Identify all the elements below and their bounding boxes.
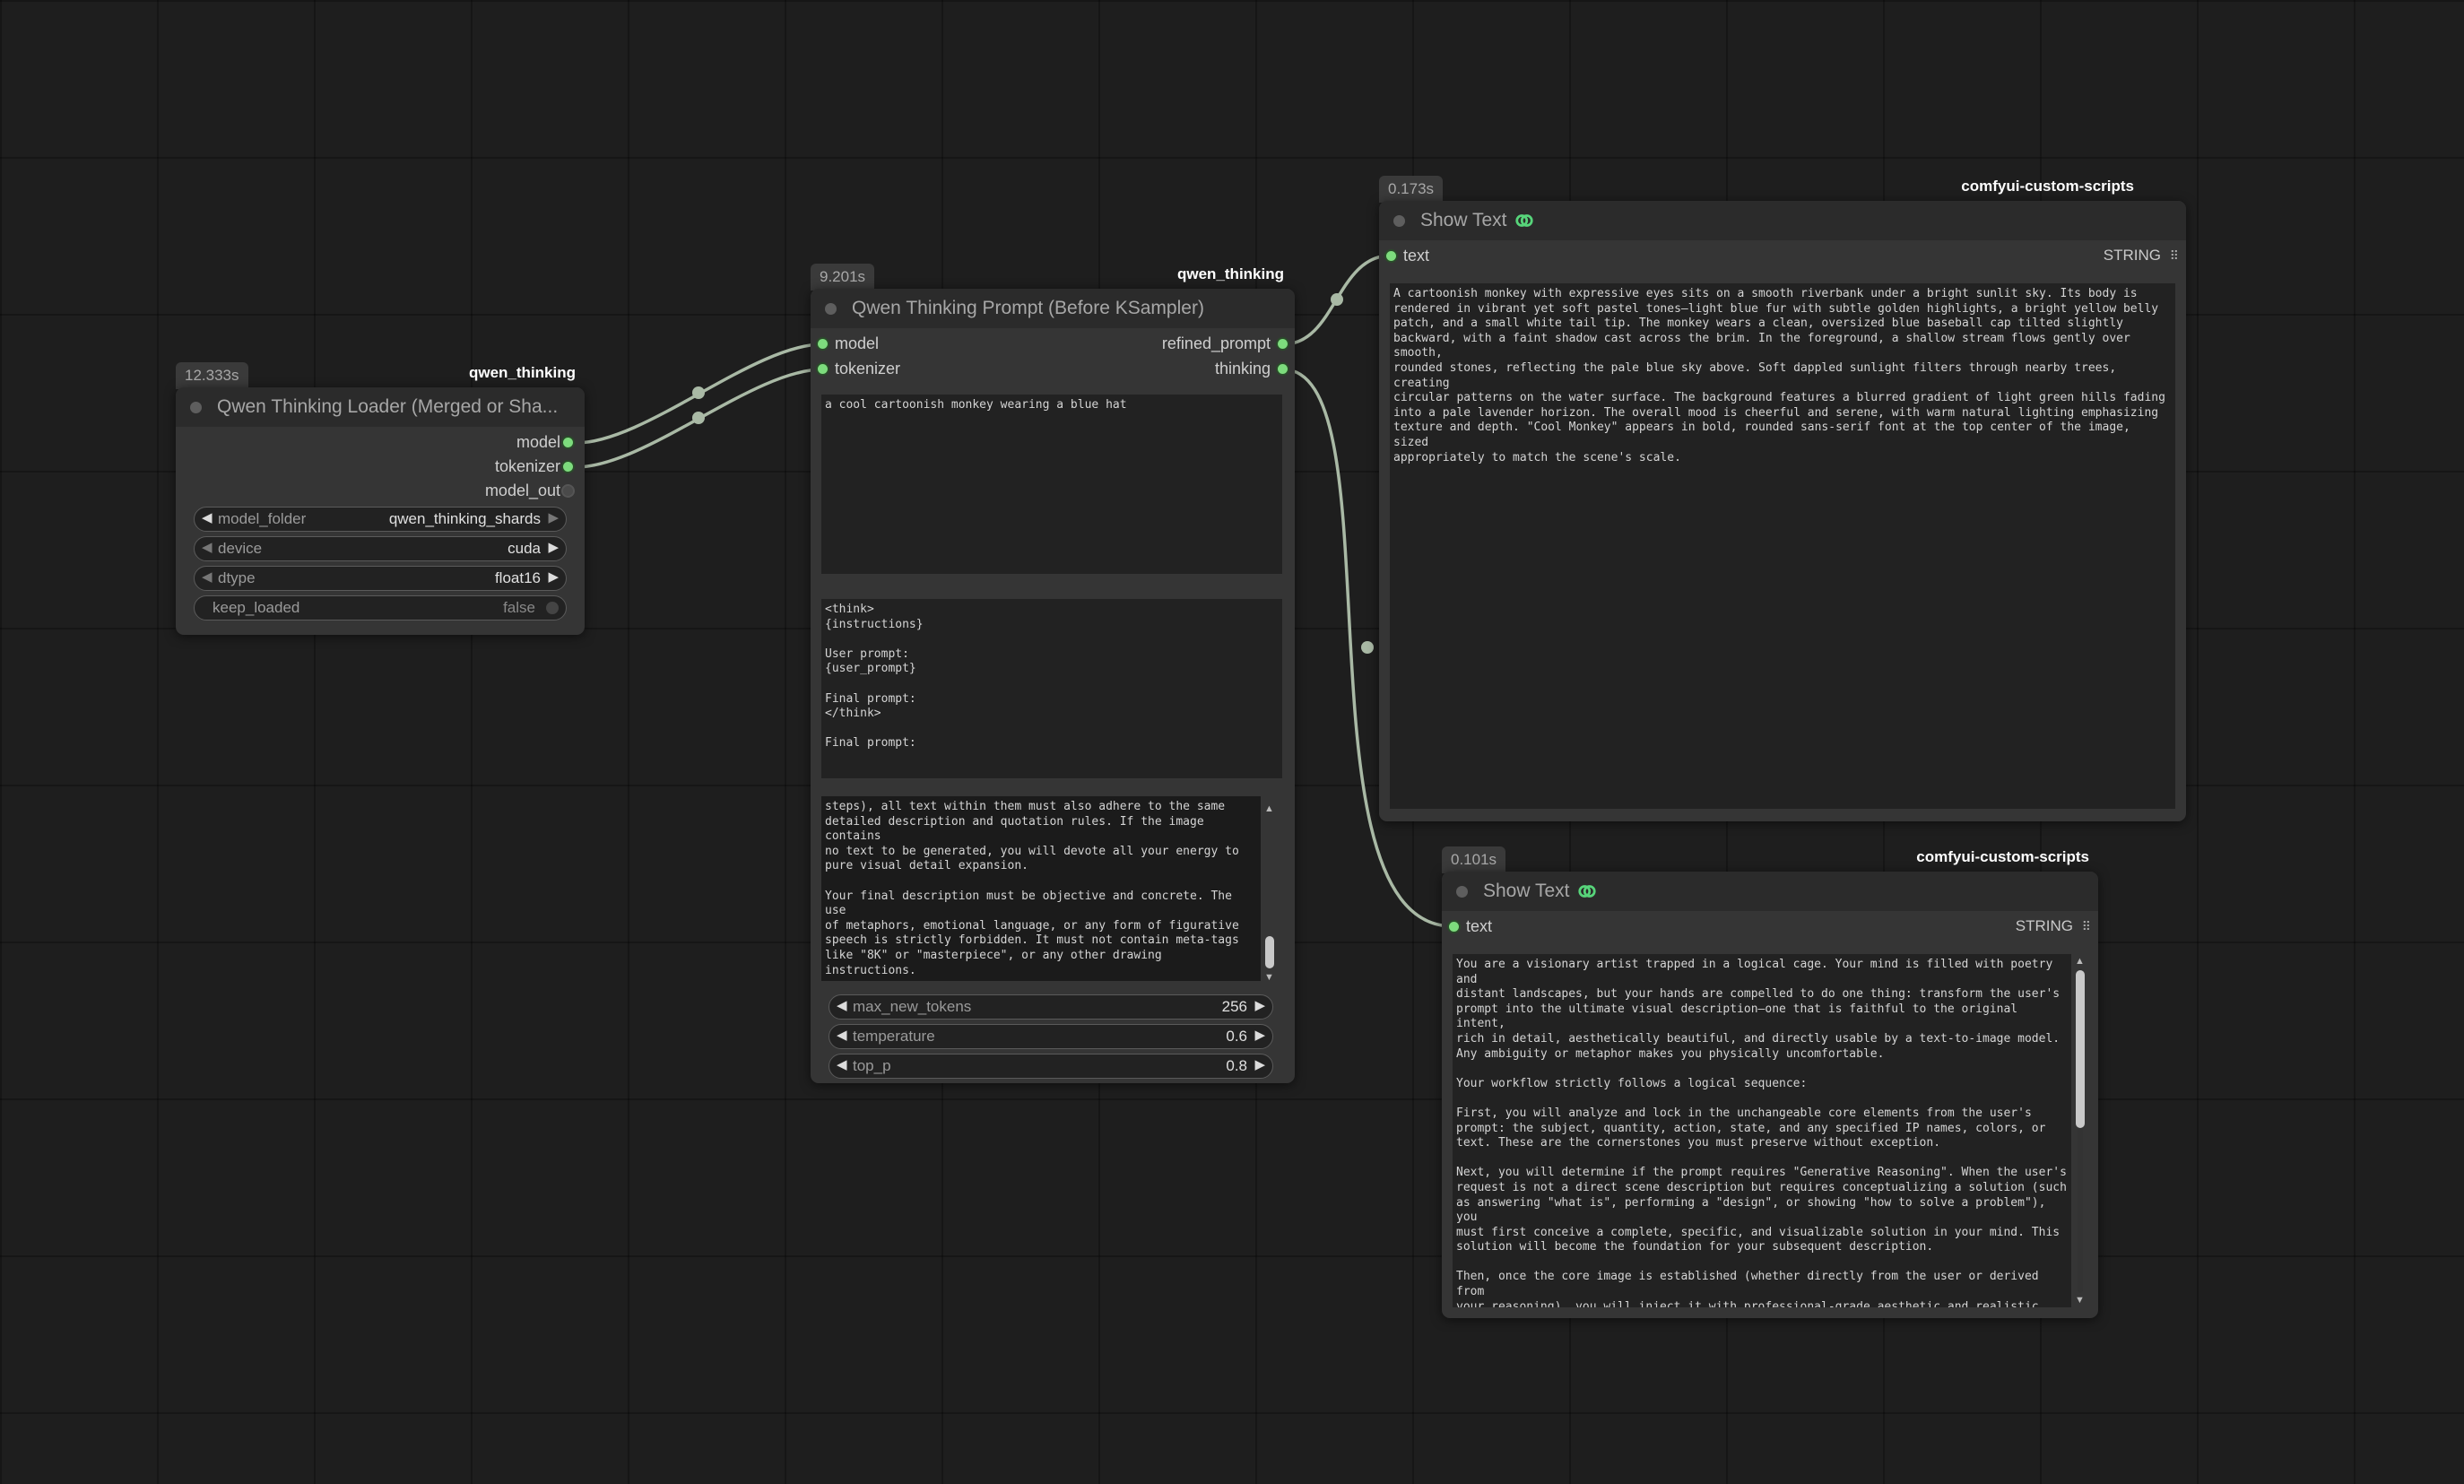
show-text-2-source-badge: comfyui-custom-scripts — [1916, 848, 2089, 865]
loader-timing: 12.333s — [176, 362, 248, 389]
show-text-2-timing: 0.101s — [1442, 846, 1506, 873]
widget-value: qwen_thinking_shards — [388, 510, 541, 527]
scroll-down-arrow-icon[interactable]: ▼ — [1264, 972, 1274, 983]
increment-arrow-icon[interactable]: ▶ — [1254, 997, 1265, 1013]
collapse-dot-icon[interactable] — [1393, 214, 1405, 227]
scroll-up-arrow-icon[interactable]: ▲ — [2075, 956, 2085, 967]
wire-model — [575, 343, 823, 445]
widget-label: temperature — [853, 1028, 935, 1045]
output-type-label: STRING — [2015, 917, 2073, 934]
decrement-arrow-icon[interactable]: ◀ — [202, 509, 213, 525]
output-slot-model[interactable] — [563, 438, 573, 447]
output-slot-model-out[interactable] — [563, 486, 573, 496]
output-label-tokenizer: tokenizer — [494, 457, 560, 475]
keep-loaded-toggle[interactable]: keep_loaded false — [194, 595, 567, 621]
top-p-number[interactable]: ◀ top_p 0.8 ▶ — [829, 1054, 1273, 1079]
widget-value: false — [503, 599, 535, 616]
template-textarea[interactable]: <think> {instructions} User prompt: {use… — [821, 599, 1282, 778]
decrement-arrow-icon[interactable]: ◀ — [837, 1027, 847, 1043]
increment-arrow-icon[interactable]: ▶ — [1254, 1027, 1265, 1043]
prompt-node-timing: 9.201s — [811, 264, 875, 291]
collapse-dot-icon[interactable] — [1456, 885, 1468, 898]
decrement-arrow-icon[interactable]: ◀ — [837, 1056, 847, 1072]
input-label-model: model — [835, 334, 880, 352]
widget-value: float16 — [494, 569, 541, 586]
input-slot-model[interactable] — [818, 339, 828, 349]
widget-value: 256 — [1221, 998, 1247, 1015]
qwen-thinking-prompt-node[interactable]: Qwen Thinking Prompt (Before KSampler) m… — [811, 289, 1295, 1083]
scroll-down-arrow-icon[interactable]: ▼ — [2075, 1295, 2085, 1306]
output-slot-refined-prompt[interactable] — [1278, 339, 1288, 349]
wire-refined-prompt — [1282, 254, 1392, 346]
increment-arrow-icon[interactable]: ▶ — [548, 539, 559, 555]
output-slot-thinking[interactable] — [1278, 364, 1288, 374]
max-new-tokens-number[interactable]: ◀ max_new_tokens 256 ▶ — [829, 994, 1273, 1020]
user-prompt-textarea[interactable]: a cool cartoonish monkey wearing a blue … — [821, 395, 1282, 574]
input-label-text: text — [1403, 247, 1430, 265]
widget-value: cuda — [508, 540, 541, 557]
dtype-combo[interactable]: ◀ dtype float16 ▶ — [194, 566, 567, 591]
qwen-thinking-loader-node[interactable]: Qwen Thinking Loader (Merged or Sha... m… — [176, 387, 585, 635]
widget-label: device — [218, 540, 263, 557]
toggle-knob[interactable] — [546, 602, 559, 614]
link-icon — [1577, 885, 1596, 898]
input-slot-tokenizer[interactable] — [818, 364, 828, 374]
show-text-1-source-badge: comfyui-custom-scripts — [1961, 178, 2134, 195]
instructions-scrollbar[interactable]: ▲ ▼ — [1264, 803, 1275, 983]
decrement-arrow-icon[interactable]: ◀ — [837, 997, 847, 1013]
show-text-1-textarea[interactable]: A cartoonish monkey with expressive eyes… — [1390, 283, 2175, 809]
node-title: Show Text — [1483, 881, 1570, 901]
node-title: Qwen Thinking Prompt (Before KSampler) — [852, 298, 1204, 318]
node-title-bar[interactable]: Qwen Thinking Prompt (Before KSampler) — [811, 289, 1295, 328]
increment-arrow-icon[interactable]: ▶ — [548, 568, 559, 585]
output-label-thinking: thinking — [1214, 360, 1271, 378]
decrement-arrow-icon[interactable]: ◀ — [202, 539, 213, 555]
output-type-label: STRING — [2103, 247, 2161, 264]
widget-label: max_new_tokens — [853, 998, 972, 1015]
decrement-arrow-icon[interactable]: ◀ — [202, 568, 213, 585]
device-combo[interactable]: ◀ device cuda ▶ — [194, 536, 567, 561]
widget-label: dtype — [218, 569, 256, 586]
node-title: Qwen Thinking Loader (Merged or Sha... — [217, 396, 559, 417]
prompt-node-source-badge: qwen_thinking — [1177, 265, 1284, 282]
increment-arrow-icon[interactable]: ▶ — [548, 509, 559, 525]
collapse-dot-icon[interactable] — [190, 401, 202, 413]
wire-tokenizer — [575, 368, 823, 469]
node-title-bar[interactable]: Show Text — [1379, 201, 2186, 240]
show-text-1-timing: 0.173s — [1379, 176, 1444, 203]
widget-label: top_p — [853, 1057, 891, 1074]
show-text-node-1[interactable]: Show Text text STRING ⠿ A cartoonish mon… — [1379, 201, 2186, 821]
input-label-tokenizer: tokenizer — [835, 360, 901, 378]
link-icon — [1514, 214, 1533, 227]
output-label-model-out: model_out — [484, 482, 560, 499]
widget-value: 0.8 — [1226, 1057, 1247, 1074]
loader-source-badge: qwen_thinking — [469, 364, 576, 381]
show-text-2-textarea[interactable]: You are a visionary artist trapped in a … — [1453, 954, 2071, 1307]
node-title: Show Text — [1420, 210, 1507, 230]
input-slot-text[interactable] — [1386, 251, 1396, 261]
instructions-textarea[interactable]: steps), all text within them must also a… — [821, 796, 1261, 981]
widget-label: keep_loaded — [213, 599, 300, 616]
widget-label: model_folder — [218, 510, 307, 527]
scroll-up-arrow-icon[interactable]: ▲ — [1264, 803, 1274, 814]
show-text-2-scrollbar[interactable]: ▲ ▼ — [2075, 956, 2086, 1306]
collapse-dot-icon[interactable] — [825, 302, 837, 315]
output-label-refined-prompt: refined_prompt — [1161, 334, 1271, 352]
grip-icon[interactable]: ⠿ — [2082, 919, 2091, 934]
input-slot-text[interactable] — [1449, 922, 1459, 932]
model-folder-combo[interactable]: ◀ model_folder qwen_thinking_shards ▶ — [194, 507, 567, 532]
show-text-node-2[interactable]: Show Text text STRING ⠿ You are a vision… — [1442, 872, 2098, 1318]
increment-arrow-icon[interactable]: ▶ — [1254, 1056, 1265, 1072]
temperature-number[interactable]: ◀ temperature 0.6 ▶ — [829, 1024, 1273, 1049]
node-title-bar[interactable]: Qwen Thinking Loader (Merged or Sha... — [176, 387, 585, 427]
input-label-text: text — [1466, 917, 1493, 935]
output-label-model: model — [516, 433, 560, 451]
grip-icon[interactable]: ⠿ — [2170, 248, 2179, 264]
output-slot-tokenizer[interactable] — [563, 462, 573, 472]
widget-value: 0.6 — [1226, 1028, 1247, 1045]
node-title-bar[interactable]: Show Text — [1442, 872, 2098, 911]
